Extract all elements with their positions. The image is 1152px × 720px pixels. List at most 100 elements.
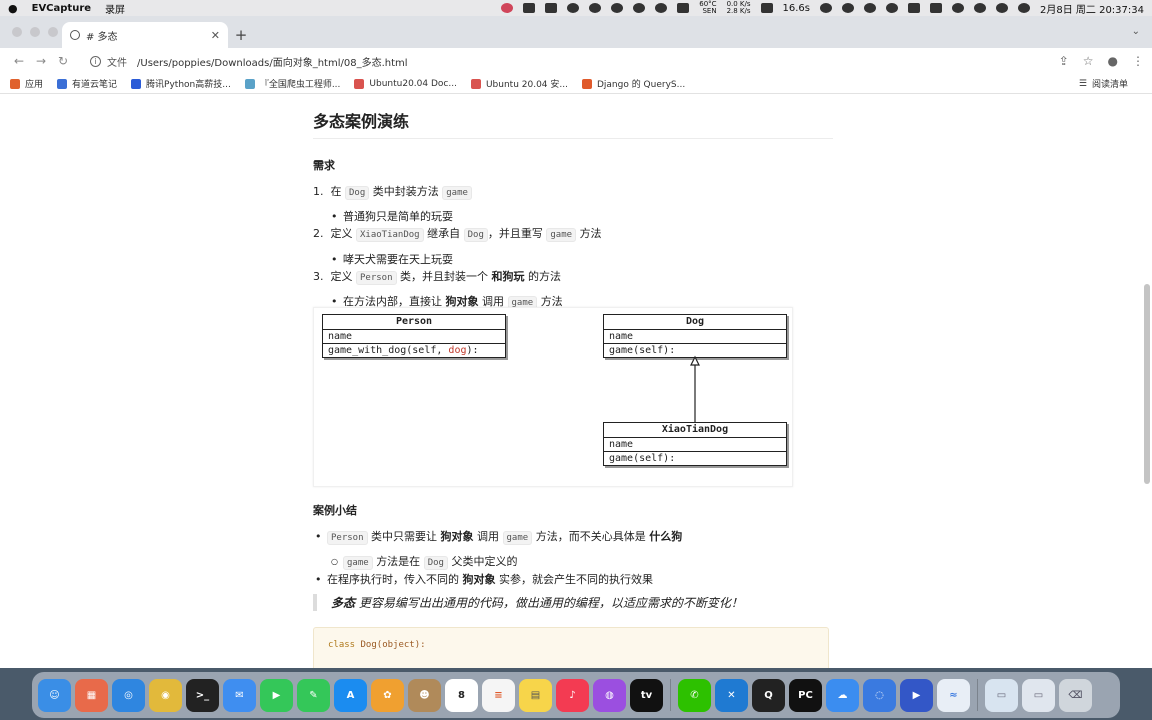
scrollbar-thumb[interactable] (1144, 284, 1150, 484)
mail-icon[interactable]: ✉ (223, 678, 256, 712)
bookmark-item[interactable]: Django 的 QueryS... (581, 77, 685, 90)
bluetooth-icon[interactable] (886, 3, 898, 13)
reading-list-button[interactable]: ☰ 阅读清单 (1078, 77, 1128, 91)
bookmark-apps[interactable]: 应用 (10, 77, 43, 90)
finder-icon[interactable]: ☺ (38, 678, 71, 712)
network-speed[interactable]: 0.0 K/s 2.8 K/s (727, 1, 751, 15)
bookmark-item[interactable]: 『全国爬虫工程师... (244, 77, 340, 90)
notes-icon[interactable]: ▤ (519, 678, 552, 712)
record-stop-icon[interactable] (760, 3, 773, 13)
close-window-button[interactable] (12, 27, 22, 37)
cloud-icon[interactable] (611, 3, 624, 13)
screen-recorder-icon[interactable]: ▶ (900, 678, 933, 712)
zoom-window-button[interactable] (48, 27, 58, 37)
trash-icon[interactable]: ⌫ (1059, 678, 1092, 712)
app-grid-icon[interactable] (677, 3, 690, 13)
bookmark-item[interactable]: Ubuntu 20.04 安... (470, 77, 568, 90)
chat-icon[interactable] (589, 3, 602, 13)
text: 类中封装方法 (372, 185, 439, 198)
code-block[interactable]: class Dog(object): (313, 627, 829, 668)
url-text[interactable]: /Users/poppies/Downloads/面向对象_html/08_多态… (137, 54, 408, 69)
contacts-icon[interactable]: ☻ (408, 678, 441, 712)
record-timer[interactable]: 16.6s (783, 3, 810, 14)
article: 多态案例演练 需求 1. 在 Dog 类中封装方法 game 普通狗只是简单的玩… (313, 94, 833, 311)
search-icon[interactable] (974, 3, 986, 13)
control-center-icon[interactable] (996, 3, 1008, 13)
class-method: game(self): (604, 451, 786, 465)
inline-code: Dog (423, 556, 448, 570)
youdao-icon (57, 78, 68, 89)
tencent-class-icon (131, 78, 142, 89)
qq-status-icon[interactable] (633, 3, 646, 13)
bird-icon[interactable] (820, 3, 832, 13)
more-menu-icon[interactable]: ⋮ (1132, 54, 1144, 68)
qq-icon[interactable]: Q (752, 678, 785, 712)
text: 在 (330, 185, 342, 198)
bold-text: 多态 (331, 596, 356, 610)
wifi-icon[interactable] (952, 3, 964, 13)
wechat-status-icon[interactable] (655, 3, 668, 13)
launchpad-icon[interactable]: ▦ (75, 678, 108, 712)
pycharm-icon[interactable]: PC (789, 678, 822, 712)
status-app-icon[interactable] (501, 3, 514, 13)
tv-icon[interactable]: tv (630, 678, 663, 712)
status-icon[interactable] (523, 3, 536, 13)
volume-icon[interactable] (864, 3, 876, 13)
bookmark-item[interactable]: 腾讯Python高薪技... (131, 77, 231, 90)
back-icon[interactable]: ← (8, 54, 30, 68)
list-item: 3. 定义 Person 类，并且封装一个 和狗玩 的方法 (313, 269, 833, 286)
share-icon[interactable]: ⇪ (1059, 54, 1069, 68)
terminal-icon[interactable]: >_ (186, 678, 219, 712)
info-icon[interactable]: i (90, 55, 101, 67)
active-app-name[interactable]: EVCapture (32, 3, 91, 14)
bookmark-item[interactable]: Ubuntu20.04 Doc... (354, 78, 457, 89)
new-tab-button[interactable]: + (228, 22, 254, 48)
siri-icon[interactable] (1018, 3, 1030, 13)
bookmark-item[interactable]: 有道云笔记 (57, 77, 117, 90)
wechat-icon[interactable]: ✆ (678, 678, 711, 712)
dock: ☺ ▦ ◎ ◉ >_ ✉ ▶ ✎ A ✿ ☻ 8 ≡ ▤ ♪ ◍ tv ✆ ✕ … (32, 672, 1120, 718)
downloads-folder-icon[interactable]: ▭ (985, 678, 1018, 712)
netdisk-icon[interactable]: ☁ (826, 678, 859, 712)
facetime-icon[interactable]: ▶ (260, 678, 293, 712)
podcasts-icon[interactable]: ◍ (593, 678, 626, 712)
text: 的方法 (528, 270, 562, 283)
vscode-icon[interactable]: ✕ (715, 678, 748, 712)
meeting-icon[interactable]: ≈ (937, 678, 970, 712)
reminders-icon[interactable]: ≡ (482, 678, 515, 712)
sensor-readout[interactable]: 60°C SEN (699, 1, 716, 15)
page-content[interactable]: 多态案例演练 需求 1. 在 Dog 类中封装方法 game 普通狗只是简单的玩… (0, 94, 1152, 668)
inline-code: game (343, 556, 373, 570)
tab-current[interactable]: # 多态 ✕ (62, 22, 228, 48)
minimize-window-button[interactable] (30, 27, 40, 37)
photos-icon[interactable]: ✿ (371, 678, 404, 712)
battery-icon[interactable] (930, 3, 942, 13)
bookmark-site-icon (581, 78, 592, 89)
address-bar[interactable]: i 文件 /Users/poppies/Downloads/面向对象_html/… (84, 50, 1051, 72)
close-tab-icon[interactable]: ✕ (211, 29, 220, 42)
feishu-icon[interactable]: ◌ (863, 678, 896, 712)
messages-icon[interactable]: ✎ (297, 678, 330, 712)
music-icon[interactable]: ♪ (556, 678, 589, 712)
menu-item-record[interactable]: 录屏 (105, 1, 125, 16)
list-item: 1. 在 Dog 类中封装方法 game (313, 184, 833, 201)
list-item: 哮天犬需要在天上玩耍 (329, 252, 833, 268)
bookmark-star-icon[interactable]: ☆ (1083, 54, 1094, 68)
bold-text: 狗对象 (440, 530, 474, 543)
forward-icon[interactable]: → (30, 54, 52, 68)
reading-list-icon: ☰ (1078, 78, 1087, 89)
calendar-icon[interactable]: 8 (445, 678, 478, 712)
apple-menu-icon[interactable]: ● (8, 2, 18, 15)
star-icon[interactable] (567, 3, 580, 13)
input-method-icon[interactable] (908, 3, 920, 13)
app-store-icon[interactable]: A (334, 678, 367, 712)
chrome-icon[interactable]: ◉ (149, 678, 182, 712)
grid-icon[interactable] (545, 3, 558, 13)
profile-icon[interactable]: ● (1108, 54, 1118, 68)
clock[interactable]: 2月8日 周二 20:37:34 (1040, 1, 1144, 16)
safari-icon[interactable]: ◎ (112, 678, 145, 712)
reload-icon[interactable]: ↻ (52, 54, 74, 68)
play-icon[interactable] (842, 3, 854, 13)
documents-folder-icon[interactable]: ▭ (1022, 678, 1055, 712)
chevron-down-icon[interactable]: ⌄ (1132, 26, 1140, 37)
